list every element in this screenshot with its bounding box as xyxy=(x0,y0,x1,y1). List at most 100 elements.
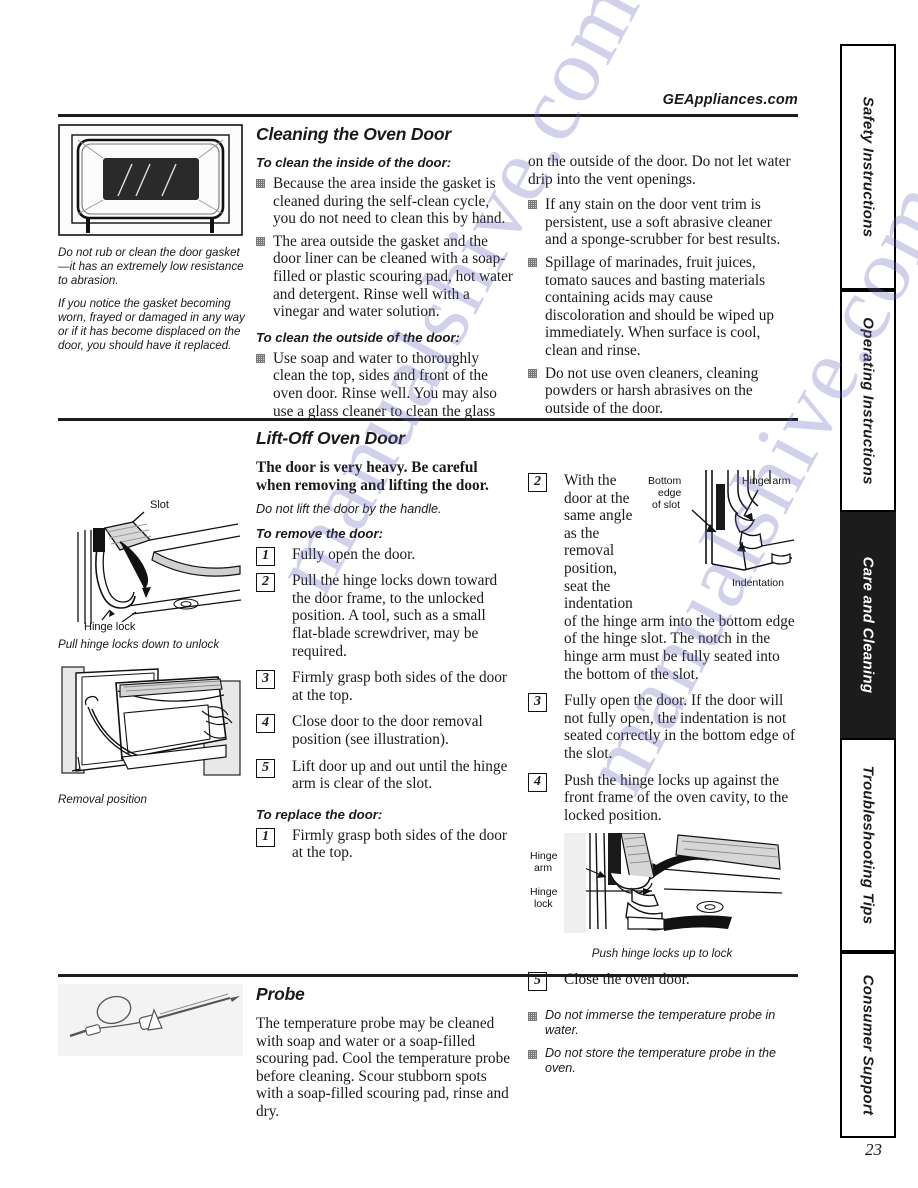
hinge-lock-label2-text: Hinge xyxy=(530,886,558,898)
tab-label: Troubleshooting Tips xyxy=(859,765,877,925)
step-text: Push the hinge locks up against the fron… xyxy=(564,771,789,824)
step-item: 1 Firmly grasp both sides of the door at … xyxy=(256,827,514,862)
cleaning-door-column-left: Cleaning the Oven Door To clean the insi… xyxy=(256,124,528,426)
subheading-replace-door: To replace the door: xyxy=(256,806,383,822)
step-item: 3 Fully open the door. If the door will n… xyxy=(528,692,796,762)
removal-position-caption: Removal position xyxy=(58,793,147,806)
section-tab-rail: Safety Instructions Operating Instructio… xyxy=(840,44,896,1138)
lift-off-figure-column: Slot Hinge lock Pull hinge locks down to… xyxy=(58,428,256,998)
page-number: 23 xyxy=(865,1140,882,1159)
bullet-marker-icon xyxy=(528,1012,537,1021)
svg-text:lock: lock xyxy=(534,898,553,910)
step-number: 3 xyxy=(256,670,275,690)
outside-bullet-list: Use soap and water to thoroughly clean t… xyxy=(256,350,514,420)
removal-position-illustration xyxy=(58,661,248,789)
step-text: Firmly grasp both sides of the door at t… xyxy=(292,826,507,862)
list-item: Do not immerse the temperature probe in … xyxy=(528,1008,796,1038)
step-item: 4 Push the hinge locks up against the fro… xyxy=(528,772,796,825)
probe-body-text: The temperature probe may be cleaned wit… xyxy=(256,1015,511,1120)
outside-bullet-list-continued: If any stain on the door vent trim is pe… xyxy=(528,196,796,417)
probe-bullet-list: Do not immerse the temperature probe in … xyxy=(528,1008,796,1076)
tab-label: Safety Instructions xyxy=(859,96,877,238)
section-title: Lift-Off Oven Door xyxy=(256,428,405,448)
step-number: 5 xyxy=(256,758,275,778)
bullet-marker-icon xyxy=(256,353,265,363)
step-number: 4 xyxy=(528,772,547,792)
tab-troubleshooting-tips[interactable]: Troubleshooting Tips xyxy=(840,738,896,952)
subheading-clean-outside: To clean the outside of the door: xyxy=(256,329,460,345)
section-cleaning-the-oven-door: Do not rub or clean the door gasket—it h… xyxy=(58,124,798,426)
list-item: Because the area inside the gasket is cl… xyxy=(256,175,514,228)
section-title: Cleaning the Oven Door xyxy=(256,124,451,144)
section-title: Probe xyxy=(256,984,305,1004)
list-item-text: Do not immerse the temperature probe in … xyxy=(545,1008,776,1037)
bullet-marker-icon xyxy=(528,1050,537,1059)
step-text: Close door to the door removal position … xyxy=(292,713,483,748)
section-divider-2 xyxy=(58,974,798,977)
cleaning-door-column-right: on the outside of the door. Do not let w… xyxy=(528,124,796,426)
tab-operating-instructions[interactable]: Operating Instructions xyxy=(840,290,896,512)
step-text: Lift door up and out until the hinge arm… xyxy=(292,757,508,793)
hinge-arm-label2-text: Hinge xyxy=(530,850,558,862)
step-text: With the door at the same angle as the r… xyxy=(564,472,795,683)
bullet-marker-icon xyxy=(256,236,265,246)
list-item: Spillage of marinades, fruit juices, tom… xyxy=(528,254,796,360)
step-item: 2 With the door at the same angle as the … xyxy=(528,472,796,683)
list-item-text: Do not store the temperature probe in th… xyxy=(545,1046,777,1075)
replace-door-steps-left: 1 Firmly grasp both sides of the door at … xyxy=(256,827,514,862)
bullet-marker-icon xyxy=(528,368,537,378)
probe-column-right: Do not immerse the temperature probe in … xyxy=(528,984,796,1129)
tab-label: Care and Cleaning xyxy=(859,556,877,694)
tab-label: Consumer Support xyxy=(859,974,877,1116)
step-number: 1 xyxy=(256,827,275,847)
step-number: 2 xyxy=(256,573,275,593)
gasket-caption-2: If you notice the gasket becoming worn, … xyxy=(58,297,245,352)
step-number: 3 xyxy=(528,693,547,713)
step-number: 4 xyxy=(256,714,275,734)
step-item: 3 Firmly grasp both sides of the door at … xyxy=(256,669,514,704)
oven-door-illustration xyxy=(58,124,248,242)
section-lift-off-oven-door: Slot Hinge lock Pull hinge locks down to… xyxy=(58,428,798,998)
slot-label-text: Slot xyxy=(150,499,169,511)
list-item-text: If any stain on the door vent trim is pe… xyxy=(545,196,781,249)
remove-door-steps: 1 Fully open the door. 2 Pull the hinge lo… xyxy=(256,546,514,793)
manual-page: Safety Instructions Operating Instructio… xyxy=(0,0,918,1188)
step-number: 2 xyxy=(528,473,547,492)
list-item-text: Use soap and water to thoroughly clean t… xyxy=(273,349,497,420)
bullet-marker-icon xyxy=(256,179,265,188)
step-item: 1 Fully open the door. xyxy=(256,546,514,566)
lift-off-column-left: Lift-Off Oven Door The door is very heav… xyxy=(256,428,528,998)
list-item-text: The area outside the gasket and the door… xyxy=(273,232,514,321)
probe-figure-column xyxy=(58,984,256,1129)
step-text: Pull the hinge locks down toward the doo… xyxy=(292,572,498,660)
website-url: GEAppliances.com xyxy=(662,92,798,108)
section-probe: Probe The temperature probe may be clean… xyxy=(58,984,798,1129)
header-rule xyxy=(58,114,798,117)
subheading-clean-inside: To clean the inside of the door: xyxy=(256,155,452,170)
note-text: Do not lift the door by the handle. xyxy=(256,501,442,516)
list-item: If any stain on the door vent trim is pe… xyxy=(528,196,796,249)
unlock-caption: Pull hinge locks down to unlock xyxy=(58,638,220,651)
gasket-caption-1: Do not rub or clean the door gasket—it h… xyxy=(58,246,244,287)
replace-door-steps-right: 2 With the door at the same angle as the … xyxy=(528,472,796,824)
step-item: 4 Close door to the door removal position… xyxy=(256,713,514,748)
step-number: 1 xyxy=(256,546,275,566)
hinge-lock-locked-illustration: Hinge arm Hinge lock xyxy=(528,833,796,946)
step-text: Firmly grasp both sides of the door at t… xyxy=(292,669,507,704)
tab-safety-instructions[interactable]: Safety Instructions xyxy=(840,44,896,290)
list-item-text: Spillage of marinades, fruit juices, tom… xyxy=(545,253,774,359)
bullet-marker-icon xyxy=(528,257,537,267)
step-item: 5 Lift door up and out until the hinge ar… xyxy=(256,758,514,793)
list-item-text: Because the area inside the gasket is cl… xyxy=(273,175,506,228)
section-divider-1 xyxy=(58,418,798,421)
hinge-lock-unlock-illustration: Slot Hinge lock xyxy=(58,494,248,634)
list-item: Use soap and water to thoroughly clean t… xyxy=(256,350,514,420)
bullet-marker-icon xyxy=(528,200,537,210)
tab-care-and-cleaning[interactable]: Care and Cleaning xyxy=(840,512,896,738)
tab-consumer-support[interactable]: Consumer Support xyxy=(840,952,896,1138)
inside-bullet-list: Because the area inside the gasket is cl… xyxy=(256,175,514,321)
subheading-remove-door: To remove the door: xyxy=(256,525,384,541)
list-item: Do not store the temperature probe in th… xyxy=(528,1046,796,1076)
svg-text:arm: arm xyxy=(534,862,552,874)
tab-label: Operating Instructions xyxy=(859,317,877,485)
